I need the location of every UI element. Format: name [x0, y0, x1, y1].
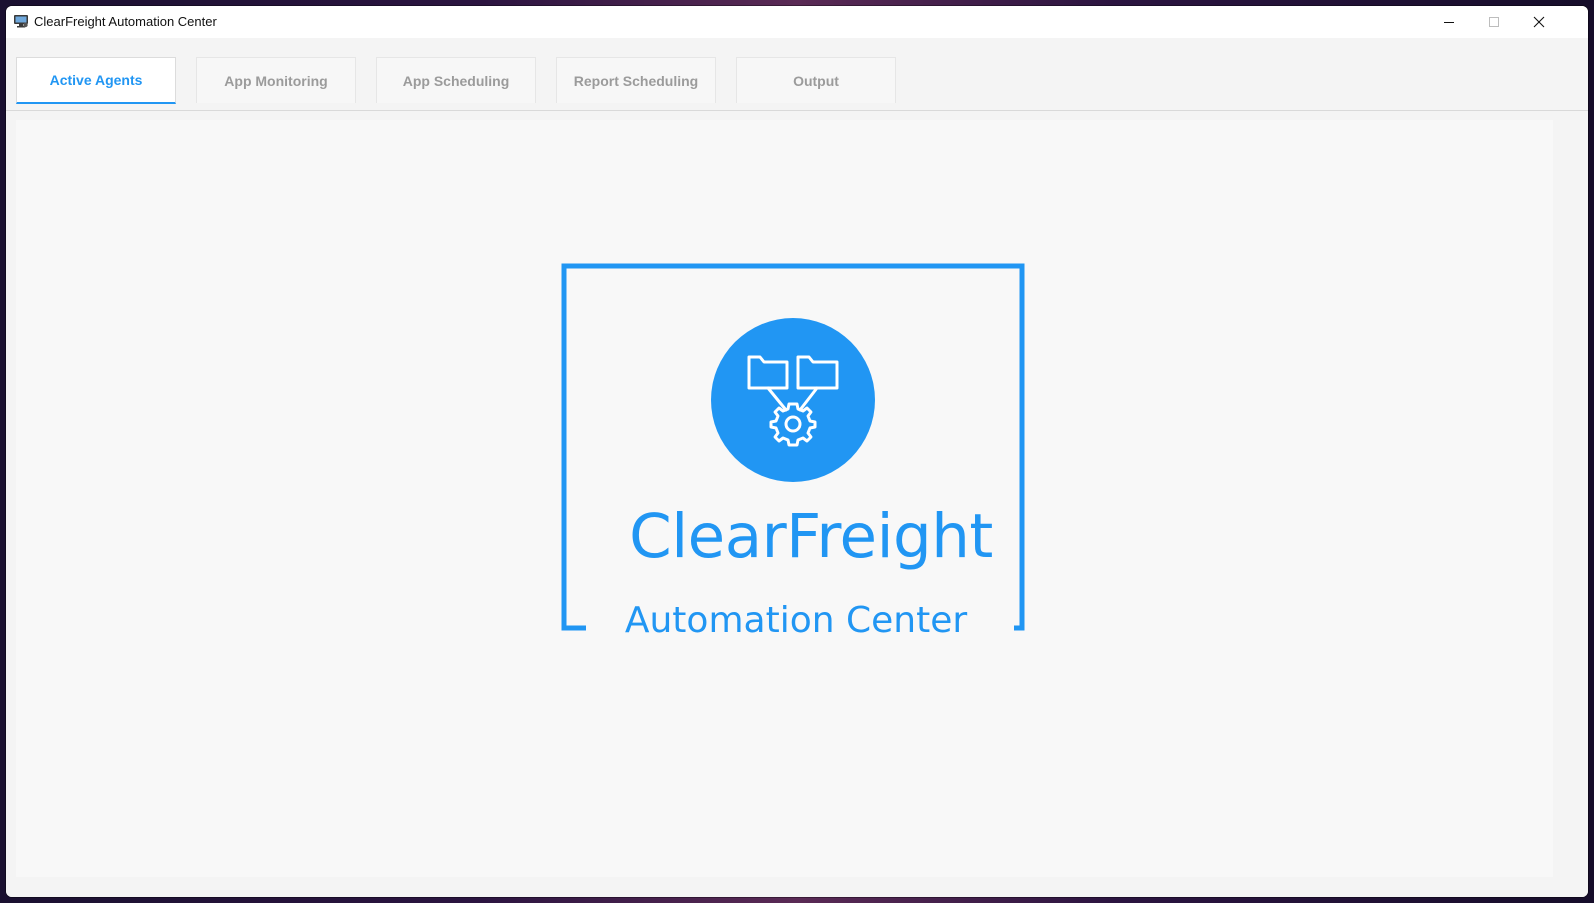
client-area: Active Agents App Monitoring App Schedul… — [6, 38, 1588, 897]
tab-app-scheduling[interactable]: App Scheduling — [376, 57, 536, 103]
tab-active-agents[interactable]: Active Agents — [16, 57, 176, 104]
logo-graphic — [561, 263, 1025, 631]
tab-label: Active Agents — [49, 72, 143, 88]
tab-report-scheduling[interactable]: Report Scheduling — [556, 57, 716, 103]
tab-output[interactable]: Output — [736, 57, 896, 103]
minimize-button[interactable] — [1426, 6, 1472, 38]
logo-brand-text: ClearFreight — [629, 501, 993, 572]
maximize-button[interactable] — [1471, 6, 1517, 38]
logo-tagline-text: Automation Center — [586, 599, 1006, 643]
minimize-icon — [1444, 22, 1454, 23]
window-title: ClearFreight Automation Center — [34, 14, 217, 29]
close-button[interactable] — [1516, 6, 1562, 38]
title-bar[interactable]: ClearFreight Automation Center — [6, 6, 1588, 38]
close-icon — [1533, 16, 1545, 28]
tab-label: Output — [793, 72, 839, 89]
tab-app-monitoring[interactable]: App Monitoring — [196, 57, 356, 103]
tab-strip: Active Agents App Monitoring App Schedul… — [6, 38, 1588, 111]
tab-label: App Scheduling — [402, 72, 510, 89]
maximize-icon — [1489, 17, 1499, 27]
tab-label: App Monitoring — [224, 72, 328, 89]
tab-content-panel: ClearFreight Automation Center — [16, 120, 1553, 877]
app-window: ClearFreight Automation Center Active Ag… — [6, 6, 1588, 897]
app-icon — [14, 15, 28, 28]
logo-circle — [711, 318, 875, 482]
tab-label: Report Scheduling — [573, 72, 699, 89]
